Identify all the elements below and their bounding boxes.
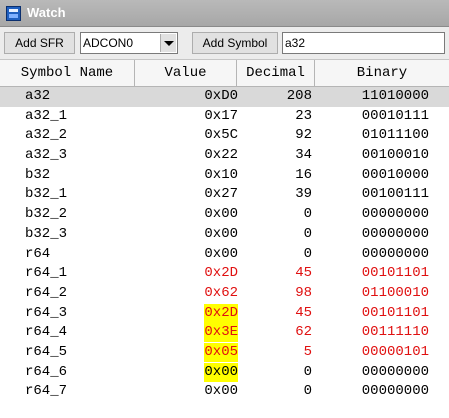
table-row[interactable]: r64 0x00 0 00000000 (0, 245, 449, 265)
symbol-name-cell: r64_5 (25, 343, 68, 360)
value-cell: 0x17 (204, 107, 238, 124)
binary-cell: 00010000 (361, 166, 429, 183)
table-row[interactable]: r64_4 0x3E 62 00111110 (0, 323, 449, 343)
binary-cell: 00111110 (361, 324, 429, 341)
decimal-cell: 0 (303, 245, 312, 262)
value-cell: 0x3E (204, 323, 238, 343)
symbol-name-cell: r64 (25, 245, 51, 262)
column-header-symbol[interactable]: Symbol Name (0, 60, 135, 86)
binary-cell: 00000000 (361, 363, 429, 380)
symbol-name-cell: r64_3 (25, 304, 68, 321)
decimal-cell: 39 (295, 186, 312, 203)
decimal-cell: 16 (295, 166, 312, 183)
watch-app-icon (6, 6, 21, 21)
table-row[interactable]: r64_5 0x05 5 00000101 (0, 342, 449, 363)
value-cell: 0x00 (204, 383, 238, 400)
value-cell: 0xD0 (204, 88, 238, 104)
binary-cell: 00101101 (361, 265, 429, 282)
binary-cell: 00010111 (361, 107, 429, 124)
symbol-name-cell: r64_1 (25, 265, 68, 282)
chevron-down-icon[interactable] (160, 34, 176, 52)
add-symbol-button[interactable]: Add Symbol (192, 32, 278, 54)
decimal-cell: 0 (303, 225, 312, 242)
decimal-cell: 0 (303, 383, 312, 400)
table-row[interactable]: a32_2 0x5C 92 01011100 (0, 126, 449, 146)
value-cell: 0x2D (204, 265, 238, 282)
table-row[interactable]: r64_1 0x2D 45 00101101 (0, 264, 449, 284)
binary-cell: 00100010 (361, 147, 429, 164)
table-row[interactable]: r64_6 0x00 0 00000000 (0, 362, 449, 383)
binary-cell: 00100111 (361, 186, 429, 203)
value-cell: 0x05 (204, 342, 238, 362)
window-titlebar[interactable]: Watch (0, 0, 449, 27)
symbol-name-cell: b32_2 (25, 206, 68, 223)
symbol-name-cell: b32_1 (25, 186, 68, 203)
value-cell: 0x5C (204, 127, 238, 144)
decimal-cell: 23 (295, 107, 312, 124)
symbol-name-cell: b32 (25, 166, 51, 183)
add-sfr-button[interactable]: Add SFR (4, 32, 75, 54)
symbol-name-cell: a32_1 (25, 107, 68, 124)
value-cell: 0x00 (204, 362, 238, 382)
decimal-cell: 0 (303, 206, 312, 223)
decimal-cell: 0 (303, 363, 312, 380)
table-row[interactable]: b32_3 0x00 0 00000000 (0, 225, 449, 245)
table-row[interactable]: a32_3 0x22 34 00100010 (0, 146, 449, 166)
binary-cell: 00000000 (361, 206, 429, 223)
symbol-name-cell: a32 (25, 88, 51, 104)
binary-cell: 00000000 (361, 225, 429, 242)
value-cell: 0x22 (204, 147, 238, 164)
symbol-name-cell: b32_3 (25, 225, 68, 242)
value-cell: 0x00 (204, 225, 238, 242)
sfr-select[interactable]: ADCON0 (80, 32, 178, 54)
binary-cell: 01100010 (361, 284, 429, 301)
table-row[interactable]: r64_3 0x2D 45 00101101 (0, 303, 449, 324)
table-row[interactable]: b32_2 0x00 0 00000000 (0, 205, 449, 225)
symbol-input[interactable]: a32 (282, 32, 445, 54)
binary-cell: 00000000 (361, 245, 429, 262)
decimal-cell: 98 (295, 284, 312, 301)
table-row[interactable]: a32_1 0x17 23 00010111 (0, 107, 449, 127)
decimal-cell: 45 (295, 265, 312, 282)
column-header-decimal[interactable]: Decimal (237, 60, 315, 86)
symbol-name-cell: r64_2 (25, 284, 68, 301)
table-row[interactable]: b32_1 0x27 39 00100111 (0, 185, 449, 205)
decimal-cell: 5 (303, 343, 312, 360)
symbol-name-cell: r64_4 (25, 324, 68, 341)
value-cell: 0x62 (204, 284, 238, 301)
value-cell: 0x10 (204, 166, 238, 183)
value-cell: 0x00 (204, 245, 238, 262)
column-header-binary[interactable]: Binary (315, 60, 449, 86)
binary-cell: 00000000 (361, 383, 429, 400)
binary-cell: 11010000 (361, 88, 429, 104)
decimal-cell: 45 (295, 304, 312, 321)
decimal-cell: 62 (295, 324, 312, 341)
window-title: Watch (27, 5, 66, 20)
watch-table-header: Symbol Name Value Decimal Binary (0, 60, 449, 87)
value-cell: 0x27 (204, 186, 238, 203)
sfr-select-value: ADCON0 (83, 36, 134, 50)
watch-toolbar: Add SFR ADCON0 Add Symbol a32 (0, 27, 449, 60)
binary-cell: 00101101 (361, 304, 429, 321)
decimal-cell: 208 (286, 88, 312, 104)
binary-cell: 00000101 (361, 343, 429, 360)
table-row[interactable]: r64_7 0x00 0 00000000 (0, 382, 449, 402)
watch-table-body: a32 0xD0 208 11010000 a32_1 0x17 23 00010111 a32… (0, 87, 449, 402)
symbol-name-cell: a32_2 (25, 127, 68, 144)
table-row[interactable]: a32 0xD0 208 11010000 (0, 87, 449, 107)
table-row[interactable]: b32 0x10 16 00010000 (0, 166, 449, 186)
symbol-name-cell: r64_6 (25, 363, 68, 380)
decimal-cell: 34 (295, 147, 312, 164)
column-header-value[interactable]: Value (135, 60, 237, 86)
symbol-name-cell: r64_7 (25, 383, 68, 400)
binary-cell: 01011100 (361, 127, 429, 144)
value-cell: 0x00 (204, 206, 238, 223)
table-row[interactable]: r64_2 0x62 98 01100010 (0, 284, 449, 304)
symbol-name-cell: a32_3 (25, 147, 68, 164)
value-cell: 0x2D (204, 303, 238, 323)
decimal-cell: 92 (295, 127, 312, 144)
